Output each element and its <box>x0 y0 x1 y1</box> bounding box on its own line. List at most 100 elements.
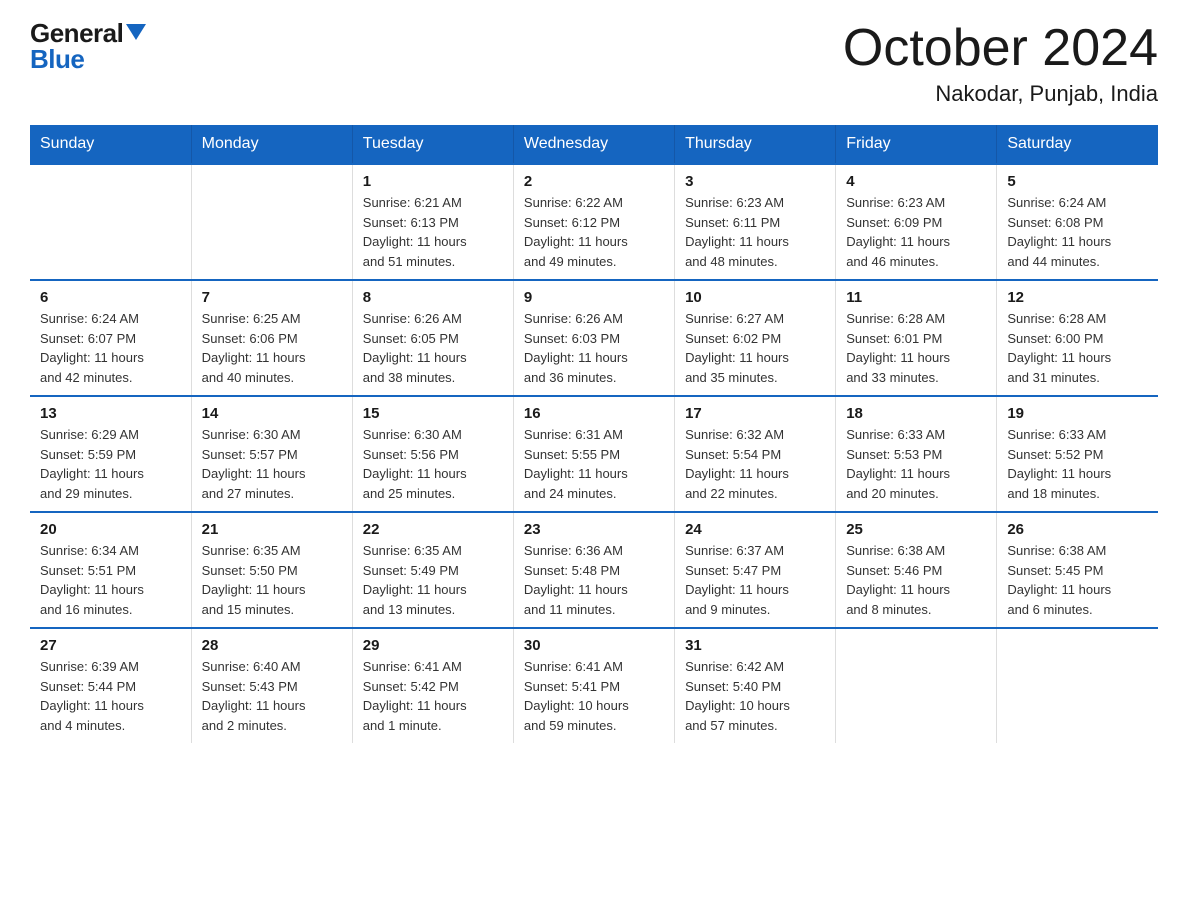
calendar-day-cell: 31Sunrise: 6:42 AMSunset: 5:40 PMDayligh… <box>675 628 836 743</box>
day-number: 11 <box>846 289 986 306</box>
calendar-day-cell: 21Sunrise: 6:35 AMSunset: 5:50 PMDayligh… <box>191 512 352 628</box>
calendar-day-cell: 19Sunrise: 6:33 AMSunset: 5:52 PMDayligh… <box>997 396 1158 512</box>
day-info: Sunrise: 6:35 AMSunset: 5:49 PMDaylight:… <box>363 541 503 619</box>
day-info: Sunrise: 6:41 AMSunset: 5:42 PMDaylight:… <box>363 657 503 735</box>
day-info: Sunrise: 6:24 AMSunset: 6:07 PMDaylight:… <box>40 309 181 387</box>
calendar-day-cell: 15 Sunrise: 6:30 AMSunset: 5:56 PMDayligh… <box>352 396 513 512</box>
day-number: 12 <box>1007 289 1148 306</box>
day-number: 18 <box>846 405 986 422</box>
day-number: 16 <box>524 405 664 422</box>
day-number: 27 <box>40 637 181 654</box>
day-info: Sunrise: 6:30 AMSunset: 5:57 PMDaylight:… <box>202 425 342 503</box>
page-title: October 2024 <box>843 20 1158 77</box>
calendar-day-cell: 5Sunrise: 6:24 AMSunset: 6:08 PMDaylight… <box>997 164 1158 280</box>
calendar-day-cell: 23 Sunrise: 6:36 AMSunset: 5:48 PMDayligh… <box>513 512 674 628</box>
day-number: 25 <box>846 521 986 538</box>
day-number: 9 <box>524 289 664 306</box>
calendar-day-cell: 29 Sunrise: 6:41 AMSunset: 5:42 PMDayligh… <box>352 628 513 743</box>
calendar-day-cell: 17 Sunrise: 6:32 AMSunset: 5:54 PMDayligh… <box>675 396 836 512</box>
title-block: October 2024 Nakodar, Punjab, India <box>843 20 1158 107</box>
page-header: General Blue October 2024 Nakodar, Punja… <box>30 20 1158 107</box>
day-info: Sunrise: 6:38 AMSunset: 5:45 PMDaylight:… <box>1007 541 1148 619</box>
day-number: 22 <box>363 521 503 538</box>
day-info: Sunrise: 6:26 AMSunset: 6:03 PMDaylight:… <box>524 309 664 387</box>
day-number: 14 <box>202 405 342 422</box>
calendar-day-cell: 27 Sunrise: 6:39 AMSunset: 5:44 PMDayligh… <box>30 628 191 743</box>
day-info: Sunrise: 6:31 AMSunset: 5:55 PMDaylight:… <box>524 425 664 503</box>
calendar-day-cell: 24Sunrise: 6:37 AMSunset: 5:47 PMDayligh… <box>675 512 836 628</box>
page-subtitle: Nakodar, Punjab, India <box>843 81 1158 107</box>
day-info: Sunrise: 6:34 AMSunset: 5:51 PMDaylight:… <box>40 541 181 619</box>
day-info: Sunrise: 6:33 AMSunset: 5:52 PMDaylight:… <box>1007 425 1148 503</box>
calendar-week-row: 6 Sunrise: 6:24 AMSunset: 6:07 PMDaylight… <box>30 280 1158 396</box>
day-number: 13 <box>40 405 181 422</box>
calendar-day-cell: 3 Sunrise: 6:23 AMSunset: 6:11 PMDaylight… <box>675 164 836 280</box>
day-number: 28 <box>202 637 342 654</box>
calendar-body: 1Sunrise: 6:21 AMSunset: 6:13 PMDaylight… <box>30 164 1158 743</box>
day-info: Sunrise: 6:28 AMSunset: 6:00 PMDaylight:… <box>1007 309 1148 387</box>
day-info: Sunrise: 6:32 AMSunset: 5:54 PMDaylight:… <box>685 425 825 503</box>
day-info: Sunrise: 6:29 AMSunset: 5:59 PMDaylight:… <box>40 425 181 503</box>
day-info: Sunrise: 6:26 AMSunset: 6:05 PMDaylight:… <box>363 309 503 387</box>
day-number: 8 <box>363 289 503 306</box>
calendar-day-cell: 30Sunrise: 6:41 AMSunset: 5:41 PMDayligh… <box>513 628 674 743</box>
day-number: 5 <box>1007 173 1148 190</box>
day-number: 26 <box>1007 521 1148 538</box>
day-info: Sunrise: 6:33 AMSunset: 5:53 PMDaylight:… <box>846 425 986 503</box>
day-info: Sunrise: 6:23 AMSunset: 6:11 PMDaylight:… <box>685 193 825 271</box>
calendar-day-cell: 1Sunrise: 6:21 AMSunset: 6:13 PMDaylight… <box>352 164 513 280</box>
day-number: 15 <box>363 405 503 422</box>
day-info: Sunrise: 6:39 AMSunset: 5:44 PMDaylight:… <box>40 657 181 735</box>
day-info: Sunrise: 6:28 AMSunset: 6:01 PMDaylight:… <box>846 309 986 387</box>
day-of-week-header: Sunday <box>30 125 191 164</box>
calendar-day-cell <box>191 164 352 280</box>
calendar-week-row: 13 Sunrise: 6:29 AMSunset: 5:59 PMDayligh… <box>30 396 1158 512</box>
calendar-day-cell: 22 Sunrise: 6:35 AMSunset: 5:49 PMDayligh… <box>352 512 513 628</box>
day-number: 2 <box>524 173 664 190</box>
calendar-day-cell: 14 Sunrise: 6:30 AMSunset: 5:57 PMDayligh… <box>191 396 352 512</box>
day-info: Sunrise: 6:36 AMSunset: 5:48 PMDaylight:… <box>524 541 664 619</box>
day-number: 4 <box>846 173 986 190</box>
day-of-week-header: Monday <box>191 125 352 164</box>
calendar-week-row: 1Sunrise: 6:21 AMSunset: 6:13 PMDaylight… <box>30 164 1158 280</box>
day-info: Sunrise: 6:38 AMSunset: 5:46 PMDaylight:… <box>846 541 986 619</box>
calendar-day-cell: 10Sunrise: 6:27 AMSunset: 6:02 PMDayligh… <box>675 280 836 396</box>
day-info: Sunrise: 6:30 AMSunset: 5:56 PMDaylight:… <box>363 425 503 503</box>
day-info: Sunrise: 6:40 AMSunset: 5:43 PMDaylight:… <box>202 657 342 735</box>
logo: General Blue <box>30 20 146 72</box>
day-number: 10 <box>685 289 825 306</box>
calendar-day-cell <box>997 628 1158 743</box>
day-info: Sunrise: 6:35 AMSunset: 5:50 PMDaylight:… <box>202 541 342 619</box>
calendar-day-cell: 2Sunrise: 6:22 AMSunset: 6:12 PMDaylight… <box>513 164 674 280</box>
day-number: 17 <box>685 405 825 422</box>
logo-arrow-icon <box>126 24 146 44</box>
day-of-week-header: Saturday <box>997 125 1158 164</box>
calendar-day-cell: 16 Sunrise: 6:31 AMSunset: 5:55 PMDayligh… <box>513 396 674 512</box>
calendar-day-cell <box>30 164 191 280</box>
calendar-day-cell: 8 Sunrise: 6:26 AMSunset: 6:05 PMDaylight… <box>352 280 513 396</box>
day-of-week-header: Wednesday <box>513 125 674 164</box>
day-of-week-header: Thursday <box>675 125 836 164</box>
calendar-day-cell <box>836 628 997 743</box>
calendar-day-cell: 12 Sunrise: 6:28 AMSunset: 6:00 PMDayligh… <box>997 280 1158 396</box>
calendar-table: SundayMondayTuesdayWednesdayThursdayFrid… <box>30 125 1158 743</box>
day-of-week-header: Tuesday <box>352 125 513 164</box>
day-number: 6 <box>40 289 181 306</box>
calendar-week-row: 20Sunrise: 6:34 AMSunset: 5:51 PMDayligh… <box>30 512 1158 628</box>
day-of-week-header: Friday <box>836 125 997 164</box>
calendar-day-cell: 7Sunrise: 6:25 AMSunset: 6:06 PMDaylight… <box>191 280 352 396</box>
calendar-day-cell: 4Sunrise: 6:23 AMSunset: 6:09 PMDaylight… <box>836 164 997 280</box>
calendar-day-cell: 28 Sunrise: 6:40 AMSunset: 5:43 PMDayligh… <box>191 628 352 743</box>
calendar-day-cell: 13 Sunrise: 6:29 AMSunset: 5:59 PMDayligh… <box>30 396 191 512</box>
calendar-day-cell: 6 Sunrise: 6:24 AMSunset: 6:07 PMDaylight… <box>30 280 191 396</box>
logo-blue-text: Blue <box>30 46 84 72</box>
day-number: 29 <box>363 637 503 654</box>
day-number: 23 <box>524 521 664 538</box>
day-number: 30 <box>524 637 664 654</box>
calendar-week-row: 27 Sunrise: 6:39 AMSunset: 5:44 PMDayligh… <box>30 628 1158 743</box>
calendar-day-cell: 9 Sunrise: 6:26 AMSunset: 6:03 PMDaylight… <box>513 280 674 396</box>
day-info: Sunrise: 6:37 AMSunset: 5:47 PMDaylight:… <box>685 541 825 619</box>
day-number: 3 <box>685 173 825 190</box>
day-info: Sunrise: 6:25 AMSunset: 6:06 PMDaylight:… <box>202 309 342 387</box>
calendar-day-cell: 11 Sunrise: 6:28 AMSunset: 6:01 PMDayligh… <box>836 280 997 396</box>
